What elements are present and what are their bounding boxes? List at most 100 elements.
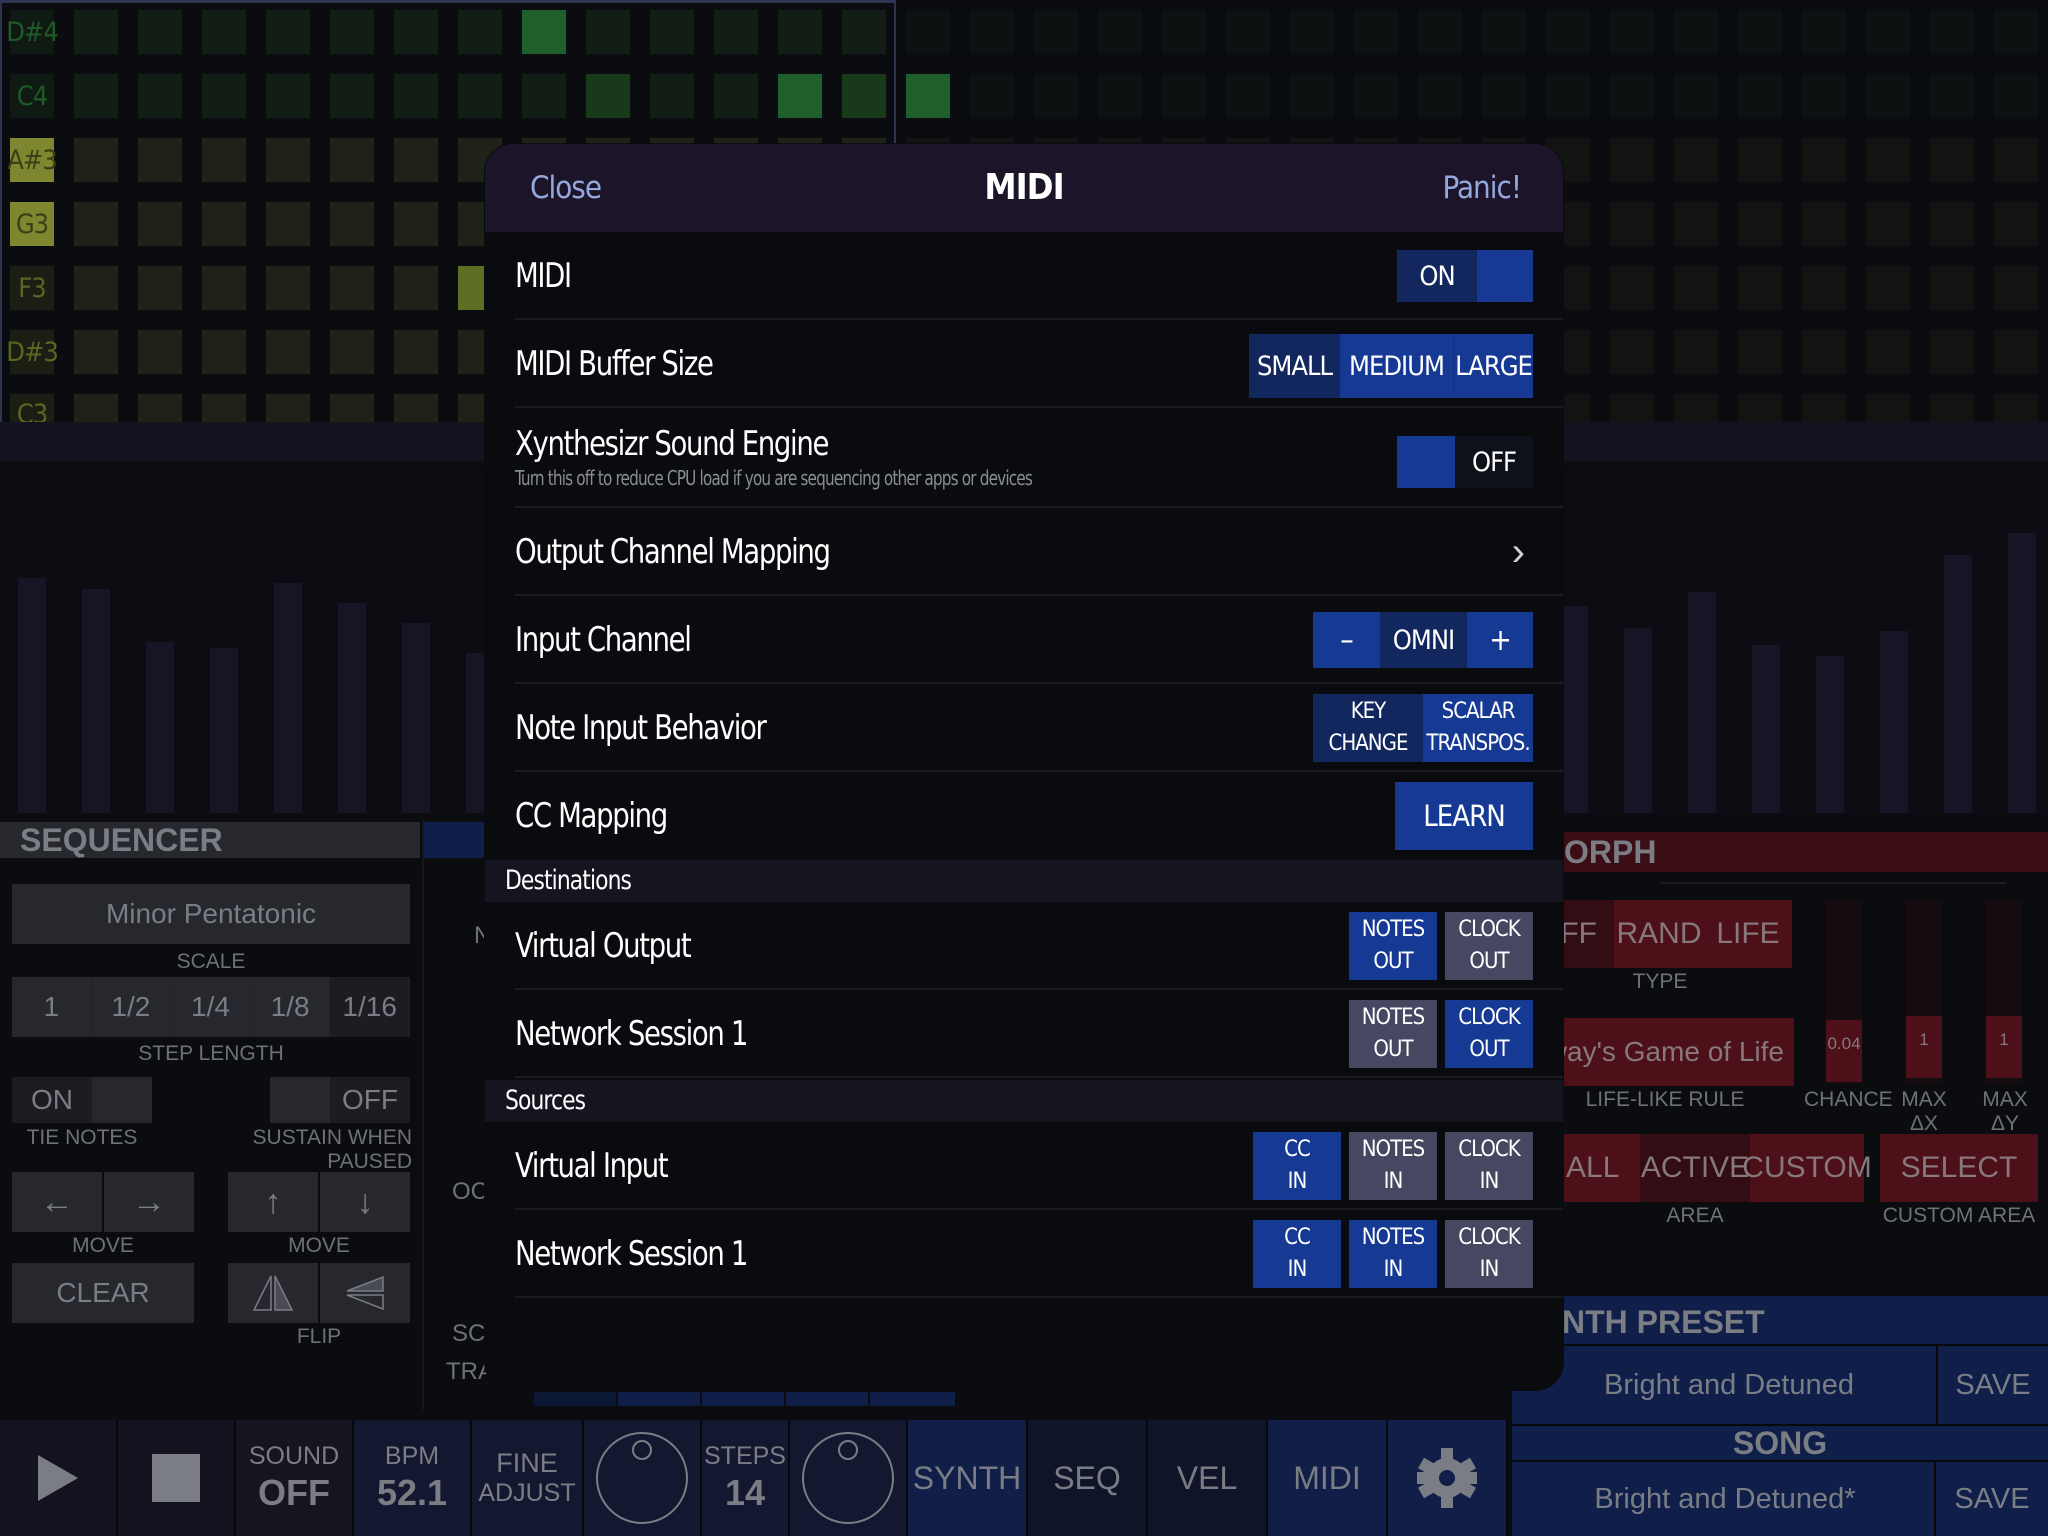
grid-cell[interactable] [1610,74,1654,118]
bpm-display[interactable]: BPM 52.1 [354,1420,472,1536]
morph-type-life[interactable]: LIFE [1704,900,1792,968]
move-down-button[interactable]: ↓ [320,1172,410,1232]
velocity-bar[interactable] [2008,533,2036,813]
sustain-toggle[interactable] [270,1077,330,1123]
sustain-off[interactable]: OFF [330,1077,410,1123]
morph-type-rand[interactable]: RAND [1614,900,1704,968]
grid-cell[interactable] [1610,330,1654,374]
grid-cell[interactable] [1994,138,2038,182]
grid-cell[interactable] [1290,74,1334,118]
grid-cell[interactable] [1674,202,1718,246]
grid-cell[interactable] [1994,202,2038,246]
grid-cell[interactable] [1994,330,2038,374]
panic-button[interactable]: Panic! [1443,144,1522,232]
tab-midi[interactable]: MIDI [1268,1420,1388,1536]
buffer-size-small[interactable]: SMALL [1249,334,1340,398]
grid-cell[interactable] [1866,138,1910,182]
velocity-bar[interactable] [1560,606,1588,813]
grid-cell[interactable] [1738,10,1782,54]
grid-cell[interactable] [1930,138,1974,182]
tab-synth[interactable]: SYNTH [908,1420,1028,1536]
velocity-bar[interactable] [146,642,174,813]
velocity-bar[interactable] [1880,631,1908,813]
move-up-button[interactable]: ↑ [228,1172,318,1232]
grid-cell[interactable] [1674,74,1718,118]
velocity-bar[interactable] [1688,592,1716,813]
synth-preset-button[interactable]: Bright and Detuned [1524,1346,1934,1424]
cc-mapping-learn-button[interactable]: LEARN [1395,782,1533,850]
grid-cell[interactable] [1162,74,1206,118]
grid-cell[interactable] [1930,202,1974,246]
buffer-size-large[interactable]: LARGE [1453,334,1533,398]
notes-out-toggle[interactable]: NOTES OUT [1349,912,1437,980]
velocity-bar[interactable] [1752,645,1780,813]
velocity-bar[interactable] [1944,555,1972,813]
grid-cell[interactable] [1994,10,2038,54]
settings-button[interactable] [1388,1420,1508,1536]
grid-cell[interactable] [1098,10,1142,54]
grid-cell[interactable] [1674,10,1718,54]
grid-cell[interactable] [1866,10,1910,54]
grid-cell[interactable] [1802,74,1846,118]
velocity-bar[interactable] [402,623,430,813]
grid-cell[interactable] [1034,74,1078,118]
velocity-bar[interactable] [1624,628,1652,813]
steps-knob[interactable] [790,1420,908,1536]
input-channel-increment[interactable]: + [1467,612,1533,668]
velocity-bar[interactable] [210,648,238,813]
grid-cell[interactable] [1738,138,1782,182]
move-right-button[interactable]: → [104,1172,194,1232]
notes-in-toggle[interactable]: NOTES IN [1349,1132,1437,1200]
grid-cell[interactable] [1226,74,1270,118]
row-output-mapping[interactable]: Output Channel Mapping › [485,508,1563,596]
midi-toggle[interactable]: ON [1397,250,1533,302]
life-rule-button[interactable]: Conway's Game of Life [1560,1018,1794,1086]
clock-out-toggle[interactable]: CLOCK OUT [1445,912,1533,980]
grid-cell[interactable] [1546,10,1590,54]
grid-cell[interactable] [1738,266,1782,310]
grid-cell[interactable] [1866,266,1910,310]
input-channel-decrement[interactable]: – [1313,612,1380,668]
step-length-option[interactable]: 1 [12,977,92,1037]
sound-toggle[interactable]: SOUND OFF [236,1420,354,1536]
grid-cell[interactable] [1866,330,1910,374]
step-length-option[interactable]: 1/16 [330,977,410,1037]
grid-cell[interactable] [1610,10,1654,54]
steps-display[interactable]: STEPS 14 [702,1420,790,1536]
grid-cell[interactable] [1866,74,1910,118]
grid-cell[interactable] [1802,10,1846,54]
area-custom[interactable]: CUSTOM [1742,1134,1872,1202]
grid-cell[interactable] [906,10,950,54]
notes-out-toggle[interactable]: NOTES OUT [1349,1000,1437,1068]
grid-cell[interactable] [1226,10,1270,54]
tab-seq[interactable]: SEQ [1028,1420,1148,1536]
grid-cell[interactable] [1418,10,1462,54]
stop-button[interactable] [118,1420,236,1536]
note-input-key-change[interactable]: KEY CHANGE [1313,694,1423,762]
step-length-option[interactable]: 1/2 [91,977,172,1037]
scale-button[interactable]: Minor Pentatonic [12,884,410,944]
clock-in-toggle[interactable]: CLOCK IN [1445,1132,1533,1200]
step-length-option[interactable]: 1/4 [171,977,251,1037]
grid-cell[interactable] [1418,74,1462,118]
song-button[interactable]: Bright and Detuned* [1516,1462,1934,1536]
tie-notes-toggle[interactable] [92,1077,152,1123]
play-button[interactable] [0,1420,118,1536]
cc-in-toggle[interactable]: CC IN [1253,1220,1341,1288]
grid-cell[interactable] [970,74,1014,118]
grid-cell[interactable] [1610,202,1654,246]
song-save-button[interactable]: SAVE [1936,1462,2048,1536]
grid-cell[interactable] [1290,10,1334,54]
grid-cell[interactable] [1162,10,1206,54]
tab-vel[interactable]: VEL [1148,1420,1268,1536]
clock-out-toggle[interactable]: CLOCK OUT [1445,1000,1533,1068]
grid-cell[interactable] [1482,74,1526,118]
grid-cell[interactable] [1546,74,1590,118]
grid-cell[interactable] [1994,266,2038,310]
grid-cell[interactable] [1994,74,2038,118]
velocity-bar[interactable] [18,578,46,813]
grid-cell[interactable] [1482,10,1526,54]
grid-cell[interactable] [1354,74,1398,118]
move-left-button[interactable]: ← [12,1172,102,1232]
grid-cell[interactable] [1674,266,1718,310]
